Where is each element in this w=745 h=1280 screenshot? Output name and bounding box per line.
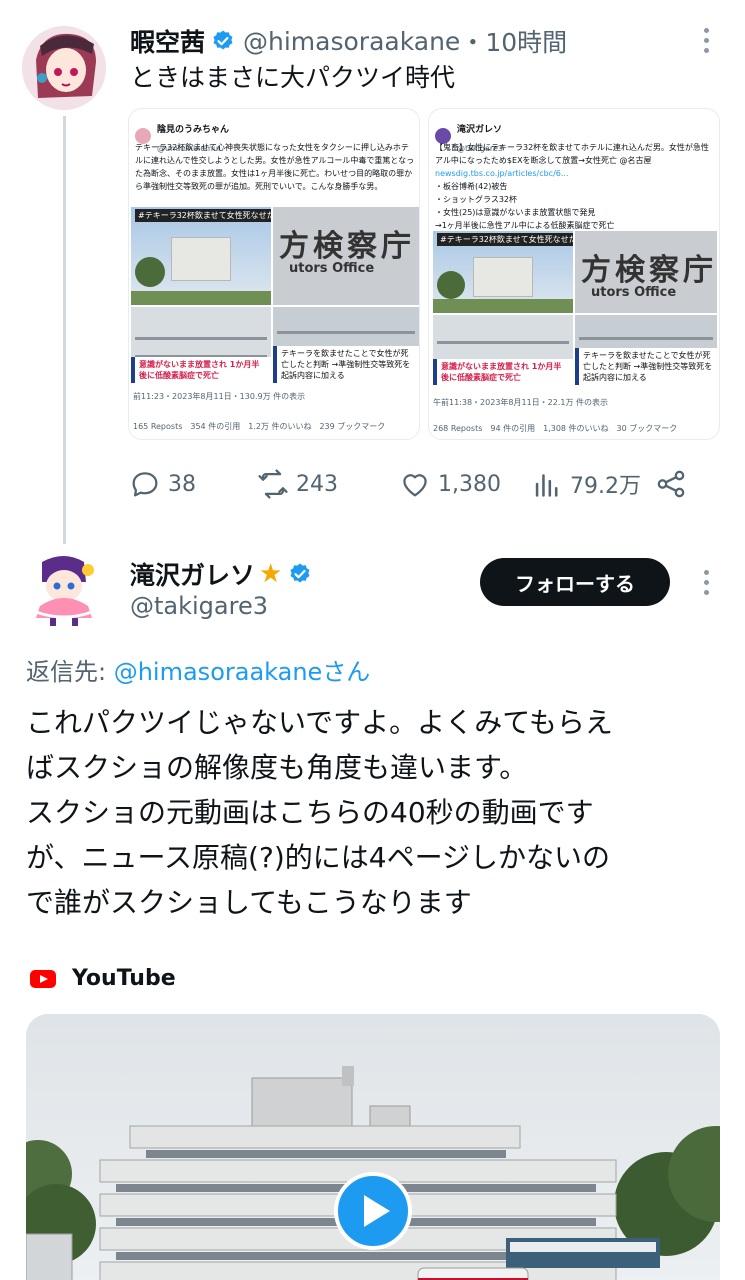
follow-button[interactable]: フォローする: [480, 558, 670, 606]
tweet-header: 暇空茜 @himasoraakane ・10時間: [130, 22, 567, 60]
avatar[interactable]: [22, 26, 106, 110]
tweet-text: ときはまさに大パクツイ時代: [130, 63, 456, 92]
share-button[interactable]: [654, 467, 688, 501]
embedded-text: 【鬼畜】女性にテキーラ32杯を飲ませてホテルに連れ込んだ男。女性が急性アル中にな…: [435, 143, 709, 230]
retweet-icon: [258, 469, 288, 499]
building-photo: #テキーラ32杯飲ませて女性死なせたか: [433, 231, 573, 313]
building-photo: テキーラを飲ませたことで女性が死亡したと判断 →準強制性交等致死を起訴内容に加え…: [273, 307, 419, 383]
window-row: [437, 341, 569, 344]
news-collage: #テキーラ32杯飲ませて女性死なせたか 方検察庁 utors Office 意識…: [429, 231, 719, 439]
building-photo: #テキーラ32杯飲ませて女性死なせたか: [131, 207, 271, 305]
embedded-name: 陰見のうみちゃん: [157, 125, 230, 135]
like-button[interactable]: 1,380: [398, 467, 530, 501]
sign-text: 方検察庁: [279, 229, 415, 264]
window-row: [135, 337, 267, 340]
reply-icon: [132, 472, 158, 497]
retweet-count: 243: [296, 471, 338, 497]
display-name[interactable]: 滝沢ガレソ ★: [130, 556, 312, 592]
verified-badge-icon: [290, 563, 310, 583]
heart-icon: [403, 474, 427, 497]
tree: [135, 257, 165, 287]
embedded-meta: 前11:23・2023年8月11日・130.9万 件の表示: [133, 392, 306, 401]
link-card-source: YouTube: [30, 966, 176, 991]
handle[interactable]: @himasoraakane: [243, 27, 460, 56]
star-icon: ★: [259, 559, 283, 589]
card-source-label: YouTube: [72, 966, 176, 991]
building-photo: 意識がないまま放置され 1か月半後に低酸素脳症で死亡: [131, 307, 271, 383]
building: [171, 237, 231, 281]
thread-line: [63, 116, 66, 544]
handle[interactable]: @takigare3: [130, 592, 268, 620]
retweet-button[interactable]: 243: [256, 467, 398, 501]
prosecutor-sign: 方検察庁 utors Office: [273, 207, 419, 305]
subtitle-bar: 意識がないまま放置され 1か月半後に低酸素脳症で死亡: [131, 357, 271, 383]
news-collage: #テキーラ32杯飲ませて女性死なせたか 方検察庁 utors Office 意識…: [129, 207, 419, 439]
reply-prefix: 返信先:: [26, 658, 114, 686]
like-count: 1,380: [438, 471, 501, 497]
play-button[interactable]: [334, 1172, 412, 1250]
share-icon: [657, 470, 685, 498]
building-photo: テキーラを飲ませたことで女性が死亡したと判断 →準強制性交等致死を起訴内容に加え…: [575, 315, 717, 385]
more-options-icon[interactable]: [701, 28, 711, 56]
tweet-text-line: ばスクショの解像度も角度も違います。: [26, 751, 528, 784]
display-name-text: 滝沢ガレソ: [130, 561, 256, 590]
tweet-actions: 38 243 1,380 79.2万: [128, 462, 705, 506]
embedded-stats: 165 Reposts 354 件の引用 1.2万 件のいいね 239 ブックマ…: [133, 422, 386, 431]
youtube-icon: [30, 969, 56, 988]
display-name[interactable]: 暇空茜: [130, 23, 205, 59]
window-row: [277, 331, 415, 334]
attached-image-1[interactable]: 陰見のうみちゃん @umiuminemui テキーラ32杯飲ませて心神喪失状態に…: [128, 108, 420, 440]
attached-image-2[interactable]: 滝沢ガレソ @takigare3 【鬼畜】女性にテキーラ32杯を飲ませてホテルに…: [428, 108, 720, 440]
embedded-name: 滝沢ガレソ: [457, 125, 503, 135]
window-row: [579, 337, 713, 340]
avatar[interactable]: [22, 548, 106, 632]
building: [473, 257, 533, 297]
sign-text: 方検察庁: [581, 253, 717, 288]
embedded-text: テキーラ32杯飲ませて心神喪失状態になった女性をタクシーに押し込みホテルに連れ込…: [135, 143, 415, 191]
building-photo: 意識がないまま放置され 1か月半後に低酸素脳症で死亡: [433, 315, 573, 385]
subtitle-bar: テキーラを飲ませたことで女性が死亡したと判断 →準強制性交等致死を起訴内容に加え…: [273, 346, 419, 383]
analytics-icon: [535, 474, 558, 497]
embedded-stats: 268 Reposts 94 件の引用 1,308 件のいいね 30 ブックマー…: [433, 424, 678, 433]
more-options-icon[interactable]: [701, 570, 711, 598]
verified-badge-icon: [213, 30, 233, 50]
tree: [437, 271, 465, 299]
reply-count: 38: [168, 471, 196, 497]
grass: [433, 299, 573, 313]
sign-subtext: utors Office: [289, 261, 375, 276]
tweet-text-line: で誰がスクショしてもこうなります: [26, 886, 472, 919]
reply-target-link[interactable]: @himasoraakaneさん: [114, 658, 371, 686]
tweet-text: これパクツイじゃないですよ。よくみてもらえ ばスクショの解像度も角度も違います。…: [26, 700, 726, 925]
tweet-text-line: これパクツイじゃないですよ。よくみてもらえ: [26, 706, 613, 739]
subtitle-bar: 意識がないまま放置され 1か月半後に低酸素脳症で死亡: [433, 359, 573, 385]
reply-button[interactable]: 38: [128, 467, 256, 501]
sign-subtext: utors Office: [591, 285, 677, 300]
caption: #テキーラ32杯飲ませて女性死なせたか: [437, 233, 573, 246]
caption: #テキーラ32杯飲ませて女性死なせたか: [135, 209, 271, 222]
view-count: 79.2万: [570, 474, 641, 499]
prosecutor-sign: 方検察庁 utors Office: [575, 231, 717, 313]
subtitle-bar: テキーラを飲ませたことで女性が死亡したと判断 →準強制性交等致死を起訴内容に加え…: [575, 348, 717, 385]
reply-context: 返信先: @himasoraakaneさん: [26, 652, 370, 687]
views-button[interactable]: 79.2万: [530, 467, 654, 501]
tweet-text-line: が、ニュース原稿(?)的には4ページしかないの: [26, 841, 611, 874]
embedded-meta: 午前11:38・2023年8月11日・22.1万 件の表示: [433, 398, 609, 407]
timestamp[interactable]: ・10時間: [460, 23, 567, 59]
grass: [131, 291, 271, 305]
tweet-text-line: スクショの元動画はこちらの40秒の動画です: [26, 796, 594, 829]
